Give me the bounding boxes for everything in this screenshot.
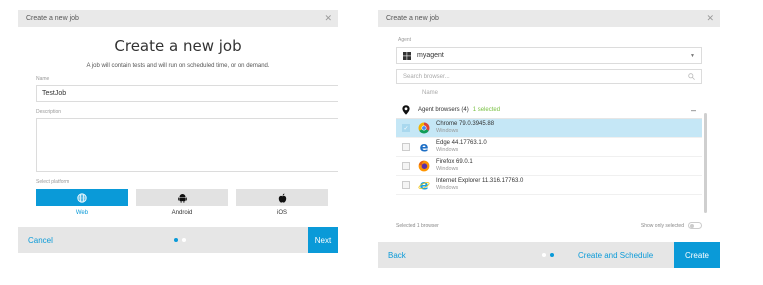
cancel-button[interactable]: Cancel [28, 236, 53, 245]
close-icon[interactable]: ✕ [706, 14, 714, 23]
dialog-title: Create a new job [26, 15, 79, 22]
platform-ios[interactable]: iOS [236, 189, 328, 216]
step-dot-1 [174, 238, 178, 242]
chrome-icon [418, 122, 430, 134]
dialog-titlebar: Create a new job ✕ [378, 10, 720, 27]
dialog-footer: Back Create and Schedule Create [378, 242, 720, 268]
platform-web[interactable]: Web [36, 189, 128, 216]
agent-browsers-group[interactable]: Agent browsers (4) 1 selected – [396, 102, 702, 119]
apple-icon [278, 193, 286, 203]
agent-select[interactable]: myagent ▼ [396, 47, 702, 64]
selection-status: Selected 1 browser [396, 222, 439, 229]
platform-android-label: Android [171, 210, 193, 216]
globe-icon [77, 192, 87, 203]
browser-name: Chrome 79.0.3945.88 [436, 121, 495, 128]
show-only-selected-control[interactable]: Show only selected [641, 222, 702, 229]
edge-icon: e [420, 141, 429, 153]
browser-checkbox[interactable] [402, 162, 410, 170]
platform-ios-label: iOS [276, 210, 287, 216]
search-input[interactable]: Search browser... [396, 69, 702, 84]
agent-select-value: myagent [417, 52, 444, 59]
description-label: Description [36, 109, 62, 115]
chevron-down-icon: ▼ [690, 52, 695, 59]
create-job-dialog-step1: Create a new job ✕ Create a new job A jo… [18, 10, 338, 253]
browser-os: Windows [436, 128, 459, 135]
back-button[interactable]: Back [388, 251, 406, 260]
browser-name: Internet Explorer 11.316.17763.0 [436, 178, 524, 185]
platform-selector: Web Android iOS [36, 189, 338, 216]
step-dot-2 [550, 253, 554, 257]
browser-os: Windows [436, 185, 459, 192]
browser-checkbox[interactable] [402, 143, 410, 151]
firefox-icon [418, 160, 430, 172]
platform-web-button[interactable] [36, 189, 128, 206]
step-indicator [542, 253, 554, 257]
group-label: Agent browsers (4) [418, 107, 469, 113]
android-icon [177, 193, 187, 203]
platform-label: Select platform [36, 179, 70, 185]
browser-row[interactable]: e Edge 44.17763.1.0 Windows [396, 138, 702, 157]
show-only-selected-label: Show only selected [640, 222, 684, 229]
name-label: Name [36, 76, 50, 82]
svg-text:e: e [420, 141, 429, 153]
selection-status-row: Selected 1 browser Show only selected [396, 222, 702, 229]
browser-list: ✓ Chrome 79.0.3945.88 Windows e Edge 44.… [396, 119, 702, 195]
page-title: Create a new job [114, 37, 242, 55]
show-only-selected-toggle[interactable] [688, 222, 702, 229]
group-selected-count: 1 selected [472, 107, 501, 113]
browser-os: Windows [436, 166, 459, 173]
close-icon[interactable]: ✕ [324, 14, 332, 23]
collapse-icon[interactable]: – [691, 105, 696, 115]
list-scrollbar[interactable] [704, 113, 707, 213]
step-dot-2 [182, 238, 186, 242]
step-indicator [174, 238, 186, 242]
next-button[interactable]: Next [308, 227, 338, 253]
platform-android[interactable]: Android [136, 189, 228, 216]
name-field[interactable]: TestJob [36, 85, 338, 102]
browser-os: Windows [436, 147, 459, 154]
description-field[interactable] [36, 118, 338, 172]
browser-name: Edge 44.17763.1.0 [436, 140, 487, 147]
browser-row[interactable]: Firefox 69.0.1 Windows [396, 157, 702, 176]
create-job-dialog-step2: Create a new job ✕ Agent myagent ▼ Searc… [378, 10, 720, 268]
platform-web-label: Web [75, 210, 89, 216]
browser-checkbox[interactable] [402, 181, 410, 189]
ie-icon: e [418, 179, 430, 191]
column-header-name[interactable]: Name [422, 90, 720, 96]
platform-ios-button[interactable] [236, 189, 328, 206]
create-button[interactable]: Create [674, 242, 720, 268]
dialog-titlebar: Create a new job ✕ [18, 10, 338, 27]
page-subtitle: A job will contain tests and will run on… [86, 63, 270, 69]
step-dot-1 [542, 253, 546, 257]
dialog-footer: Cancel Next [18, 227, 338, 253]
browser-row[interactable]: e Internet Explorer 11.316.17763.0 Windo… [396, 176, 702, 195]
search-placeholder: Search browser... [403, 73, 450, 80]
dialog-title: Create a new job [386, 15, 439, 22]
search-icon [688, 73, 695, 80]
windows-icon [403, 51, 411, 60]
browser-checkbox[interactable]: ✓ [402, 124, 410, 132]
map-pin-icon [402, 105, 410, 115]
name-field-value: TestJob [42, 90, 67, 97]
agent-label: Agent [398, 37, 412, 43]
browser-name: Firefox 69.0.1 [436, 159, 473, 166]
browser-row[interactable]: ✓ Chrome 79.0.3945.88 Windows [396, 119, 702, 138]
create-and-schedule-button[interactable]: Create and Schedule [578, 251, 653, 260]
platform-android-button[interactable] [136, 189, 228, 206]
